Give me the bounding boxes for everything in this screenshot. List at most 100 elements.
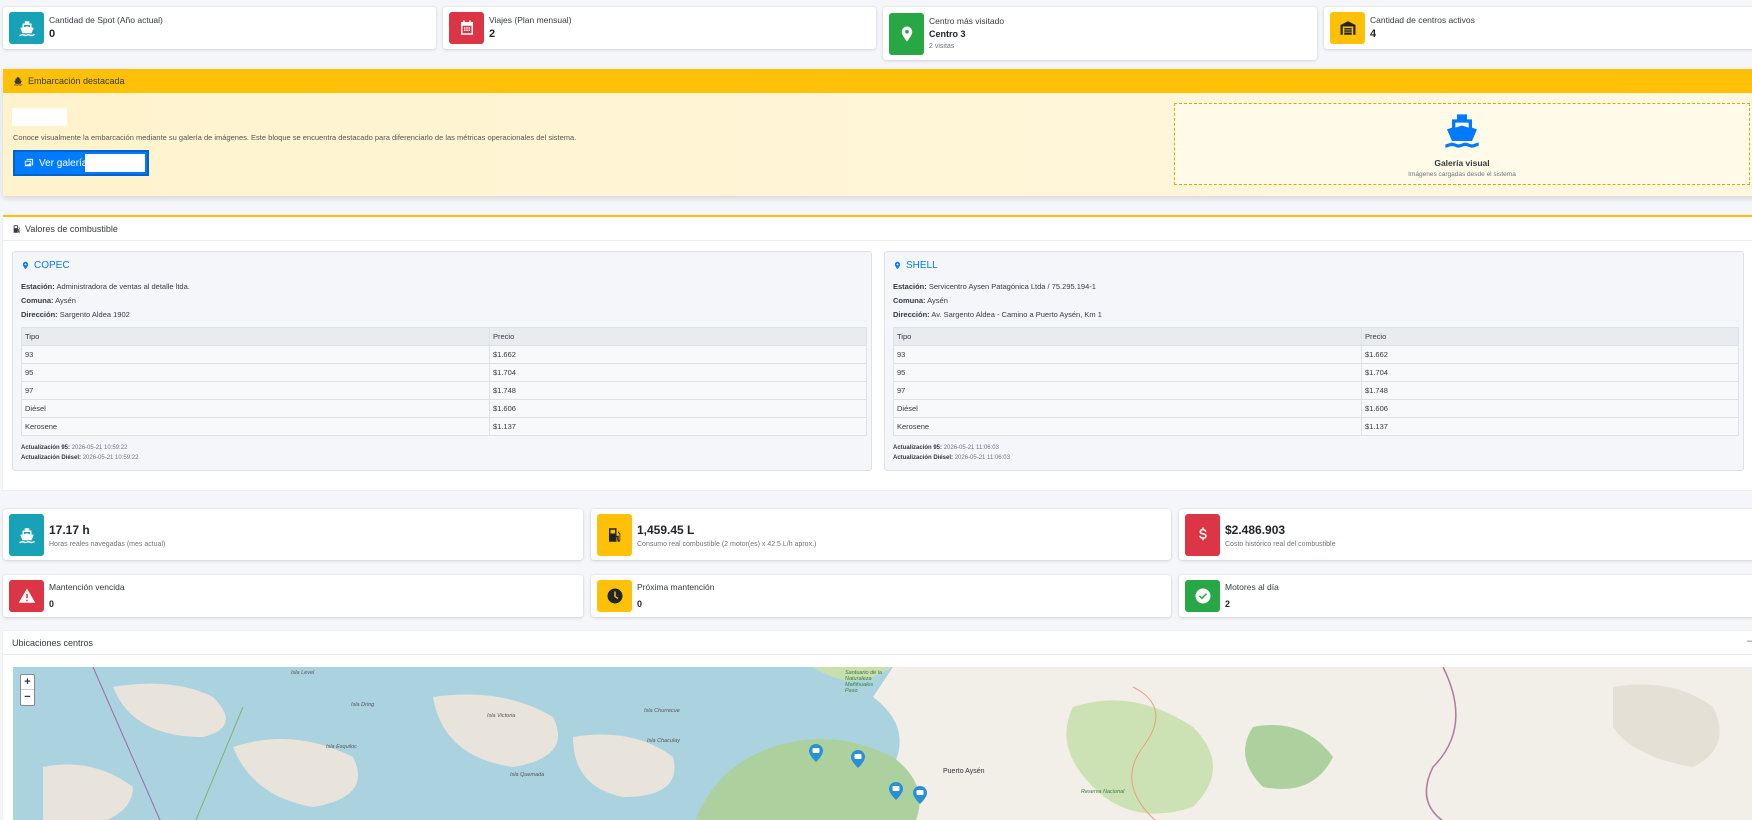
featured-title: Embarcación destacada [28,76,125,86]
warning-icon [9,580,44,612]
commune-line: Comuna: Aysén [21,296,76,305]
calendar-icon [449,12,484,44]
vessel-name-placeholder [12,108,67,126]
station-name-text: COPEC [34,260,70,271]
stat-label: Cantidad de centros activos [1370,14,1475,25]
station-card-copec: COPEC Estación: Administradora de ventas… [12,251,872,471]
stat-label: Centro más visitado [929,15,1005,26]
update-diesel: Actualización Diésel: 2026-05-21 11:06:0… [893,455,1010,461]
maint-ok: Motores al día 2 [1179,575,1752,617]
update-95: Actualización 95: 2026-05-21 11:06:03 [893,445,999,451]
commune-line: Comuna: Aysén [893,296,948,305]
stat-box-spot: Cantidad de Spot (Año actual) 0 [3,7,436,49]
maint-overdue: Mantención vencida 0 [3,575,583,617]
maint-value: 0 [637,599,643,610]
maint-label: Próxima mantención [637,582,715,592]
metric-sub: Costo histórico real del combustible [1225,540,1336,548]
featured-header: Embarcación destacada [3,69,1752,93]
map-label: Puerto Aysén [943,768,985,775]
fuel-header: Valores de combustible [3,217,1752,241]
map-marker-icon[interactable] [809,744,823,762]
map-marker-icon[interactable] [913,786,927,804]
table-row: Kerosene $1.137 [893,417,1739,436]
map-label: Isla Quemada [510,772,545,778]
map-header: Ubicaciones centros [3,631,1752,655]
metric-value: $2.486.903 [1225,523,1286,538]
zoom-out-button[interactable]: − [21,690,34,705]
price-table: Tipo Precio 93 $1.662 95 $1.704 97 $1.748 D… [893,327,1739,436]
table-row: Kerosene $1.137 [21,417,867,436]
table-row: 97 $1.748 [893,381,1739,400]
fuel-title: Valores de combustible [25,223,118,234]
gallery-box[interactable]: Galería visual Imágenes cargadas desde e… [1174,103,1750,185]
metric-hours: 17.17 h Horas reales navegadas (mes actu… [3,509,583,560]
col-type: Tipo [21,327,490,346]
clock-icon [597,580,632,612]
stat-value: 2 [489,28,496,40]
dollar-icon [1185,513,1220,556]
warehouse-icon [1330,12,1365,44]
stat-sub: 2 visitas [929,42,955,50]
station-name[interactable]: SHELL [893,260,938,271]
station-name[interactable]: COPEC [21,260,70,271]
stat-label: Viajes (Plan mensual) [489,14,572,25]
stat-value: Centro 3 [929,29,966,39]
map-marker-icon[interactable] [851,750,865,768]
table-row: 93 $1.662 [893,345,1739,364]
metric-value: 17.17 h [49,523,90,538]
maint-next: Próxima mantención 0 [591,575,1171,617]
gallery-subtitle: Imágenes cargadas desde el sistema [1408,171,1516,178]
station-name-text: SHELL [906,260,938,271]
price-table: Tipo Precio 93 $1.662 95 $1.704 97 $1.748 D… [21,327,867,436]
update-95: Actualización 95: 2026-05-21 10:59:22 [21,445,128,451]
button-highlight [85,154,145,172]
address-line: Dirección: Sargento Aldea 1902 [21,310,130,319]
table-row: Diésel $1.606 [893,399,1739,418]
ship-icon [1445,114,1479,148]
update-diesel: Actualización Diésel: 2026-05-21 10:59:2… [21,455,139,461]
metric-cost: $2.486.903 Costo histórico real del comb… [1179,509,1752,560]
maint-label: Mantención vencida [49,582,125,592]
collapse-button[interactable]: – [1747,635,1752,647]
map-label: Isla Chaculay [647,738,681,744]
metric-sub: Consumo real combustible (2 motor(es) x … [637,540,817,548]
metric-value: 1,459.45 L [637,523,695,538]
zoom-control: + − [20,674,35,706]
featured-vessel-card: Embarcación destacada Conoce visualmente… [3,69,1752,196]
table-row: 95 $1.704 [21,363,867,382]
centers-map-card: Ubicaciones centros – + − I [3,631,1752,820]
maint-value: 2 [1225,599,1231,610]
map-label: Reserva Nacional [1081,789,1125,795]
stat-box-most-visited: Centro más visitado Centro 3 2 visitas [883,7,1317,60]
view-gallery-button[interactable]: Ver galería [13,150,149,176]
metric-sub: Horas reales navegadas (mes actual) [49,540,166,548]
station-line: Estación: Administradora de ventas al de… [21,282,190,291]
maint-label: Motores al día [1225,582,1279,592]
fuel-pump-icon [597,513,632,556]
stat-value: 0 [49,28,56,40]
map-marker-icon[interactable] [889,782,903,800]
map-label: Isla Level [291,670,315,676]
map-pin-icon [889,12,924,55]
featured-description: Conoce visualmente la embarcación median… [13,133,577,142]
zoom-in-button[interactable]: + [21,675,34,690]
table-row: 95 $1.704 [893,363,1739,382]
view-gallery-label: Ver galería [39,157,88,169]
map-label: Isla Esquiloc [326,744,357,750]
address-line: Dirección: Av. Sargento Aldea - Camino a… [893,310,1102,319]
metric-fuel: 1,459.45 L Consumo real combustible (2 m… [591,509,1171,560]
maint-value: 0 [49,599,55,610]
fuel-pump-icon [13,224,20,233]
ship-icon [9,513,44,556]
stat-box-active-centers: Cantidad de centros activos 4 [1324,7,1752,49]
map-label: Isla Churrecue [644,708,680,714]
images-icon [24,158,34,166]
stat-label: Cantidad de Spot (Año actual) [49,14,163,25]
station-line: Estación: Servicentro Aysen Patagónica L… [893,282,1096,291]
ship-icon [9,12,44,44]
stat-value: 4 [1370,28,1377,40]
map-marker-icon [894,261,901,270]
map-label: Isla Victoria [487,713,516,719]
map-canvas[interactable]: + − Isla Level Isla Dring Isla Victoria … [13,667,1752,820]
map-label: Santuario de la Naturaleza Mañihuales Pa… [845,670,882,694]
